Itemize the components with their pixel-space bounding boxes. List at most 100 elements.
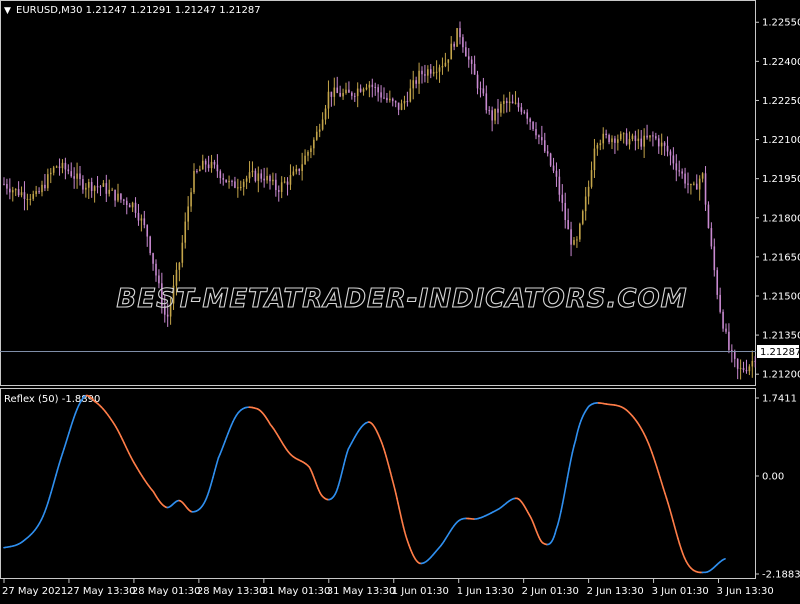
candle-body [50,173,52,174]
candle-body [252,171,254,172]
candle-body [635,136,637,141]
candle-body [24,192,26,199]
candle-body [155,264,157,276]
reflex-segment [53,481,55,487]
candle-body [374,87,376,88]
candle-body [532,122,534,129]
candle-body [459,28,461,37]
candle-body [430,69,432,73]
candle-body [369,85,371,88]
candle-body [450,44,452,60]
candle-body [462,37,464,47]
candle-body [693,184,695,185]
watermark: BEST-METATRADER-INDICATORS.COM [117,284,688,314]
candle-body [708,205,710,228]
candle-body [503,101,505,104]
candle-body [357,89,359,97]
candle-body [468,56,470,59]
candle-body [506,101,508,103]
time-tick-label: 31 May 01:30 [262,586,331,597]
candle-body [190,192,192,206]
candle-body [363,89,365,92]
candle-body [304,156,306,165]
reflex-segment [51,487,53,493]
candle-body [623,133,625,134]
price-tick-label: 1.21800 [762,213,800,224]
candle-body [597,145,599,148]
dropdown-triangle-icon[interactable]: ▼ [4,6,11,16]
candle-body [53,167,55,172]
candle-body [404,101,406,103]
candle-body [576,239,578,240]
candle-body [579,224,581,240]
candle-body [182,243,184,263]
candle-body [643,136,645,147]
candle-body [412,80,414,88]
candle-body [35,191,37,194]
candle-body [719,295,721,312]
candle-body [524,112,526,113]
candle-body [91,182,93,191]
candle-body [676,163,678,170]
candle-body [456,28,458,47]
reflex-segment [567,469,569,478]
candle-body [85,188,87,190]
candle-body [713,246,715,270]
candle-body [751,361,753,366]
price-tick-label: 1.21350 [762,331,800,342]
candle-body [553,166,555,171]
candle-body [193,171,195,192]
candle-body [550,154,552,166]
reflex-segment [54,475,56,481]
candle-body [214,162,216,165]
candle-body [655,136,657,138]
reflex-segment [69,428,71,433]
candle-body [585,197,587,212]
candle-body [339,93,341,96]
candle-body [521,107,523,112]
candle-body [73,176,75,179]
candle-body [678,170,680,171]
candle-body [500,104,502,113]
candle-body [559,177,561,195]
candle-body [351,93,353,96]
candle-body [228,181,230,182]
time-tick-label: 1 Jun 01:30 [392,586,449,597]
candle-body [202,161,204,170]
candle-body [699,179,701,190]
candle-body [372,85,374,87]
reflex-segment [671,515,673,521]
reflex-segment [662,483,664,488]
candle-body [354,96,356,97]
candle-body [383,98,385,99]
reflex-segment [675,527,677,533]
reflex-segment [58,464,60,470]
reflex-segment [658,472,660,477]
candle-body [705,173,707,204]
candle-body [234,181,236,187]
indicator-panel-frame [1,389,756,579]
candle-body [126,201,128,205]
price-chart-title: EURUSD,M30 1.21247 1.21291 1.21247 1.212… [16,5,261,16]
candle-body [442,66,444,67]
candle-body [681,171,683,173]
candle-body [144,218,146,225]
time-tick-label: 27 May 13:30 [67,586,136,597]
candle-body [395,101,397,102]
price-tick-label: 1.22250 [762,96,800,107]
candle-body [512,102,514,104]
candle-body [336,88,338,93]
candle-body [433,72,435,73]
candle-body [117,194,119,201]
candle-body [366,88,368,90]
candle-body [44,185,46,188]
candle-body [518,103,520,108]
candle-body [141,218,143,220]
candle-body [211,162,213,168]
candle-body [246,178,248,181]
time-tick-label: 2 Jun 01:30 [522,586,579,597]
price-tick-label: 1.21950 [762,174,800,185]
candle-body [331,92,333,97]
candle-body [79,173,81,179]
candle-body [129,205,131,207]
